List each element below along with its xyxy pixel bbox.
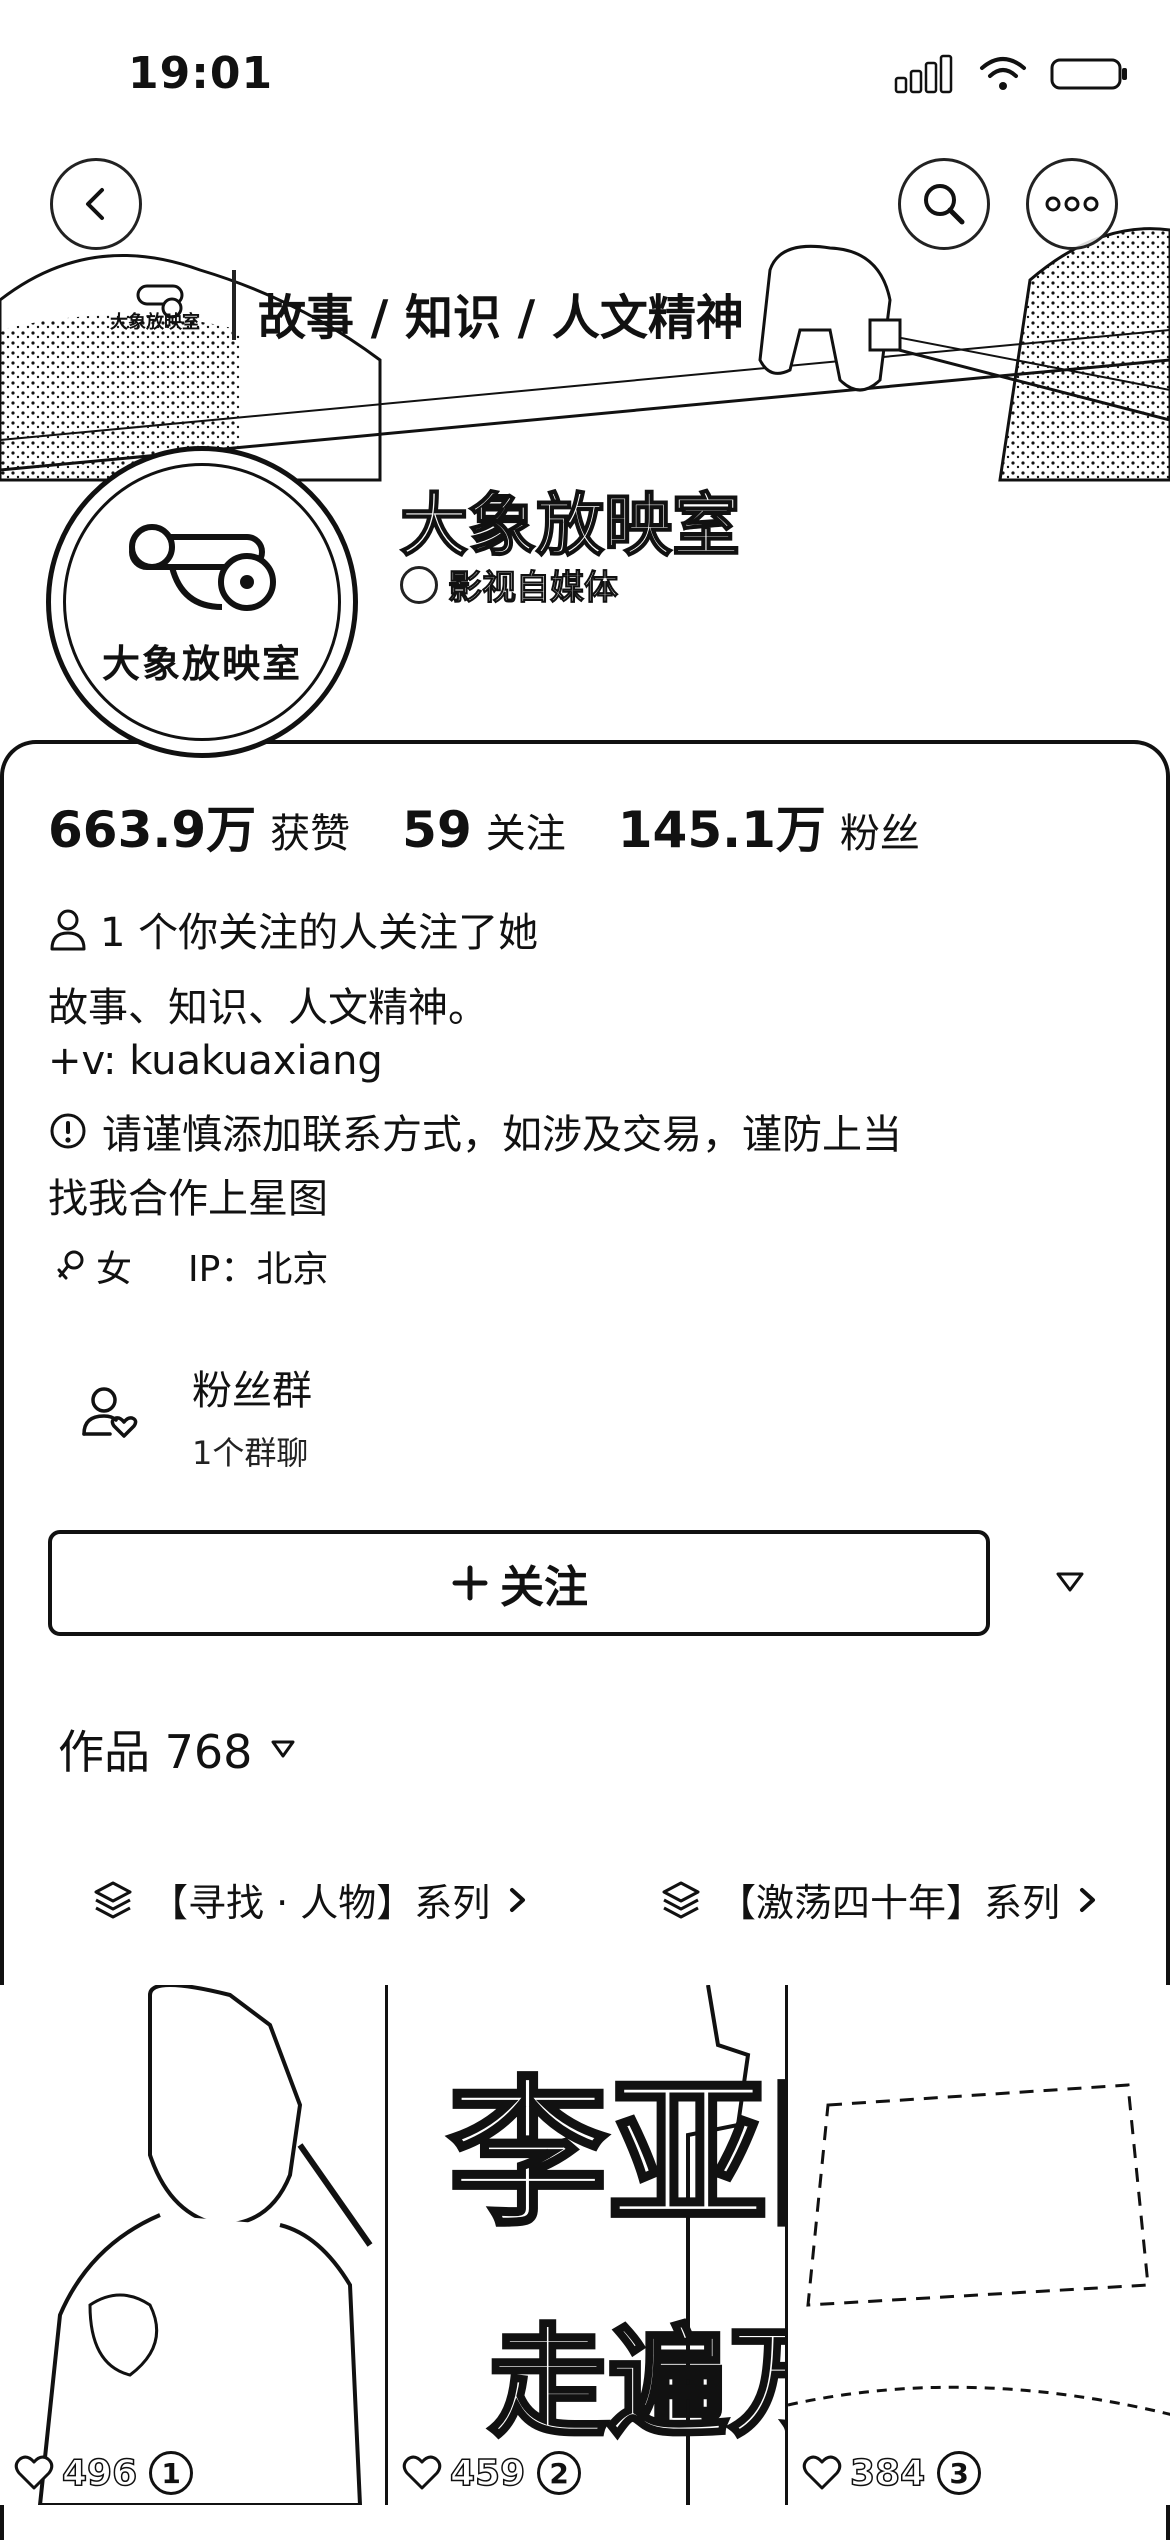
search-button[interactable] xyxy=(898,158,990,250)
video-likes-2: 459 2 xyxy=(402,2451,582,2495)
video-title-bottom: 走遍万疆 xyxy=(486,2310,785,2455)
female-icon xyxy=(57,1250,84,1280)
follow-button-label: 关注 xyxy=(500,1562,588,1613)
profile-meta: 女 IP：北京 xyxy=(56,1240,328,1292)
signal-icon xyxy=(894,54,953,94)
video-rank-3: 3 xyxy=(937,2451,982,2495)
following-count[interactable]: 59 xyxy=(402,801,472,859)
mutual-follow-hint[interactable]: 1 个你关注的人关注了她 xyxy=(48,900,538,958)
plus-icon xyxy=(452,1565,488,1601)
banner-divider xyxy=(232,270,236,340)
thumbnail-image-1 xyxy=(37,1985,373,2505)
status-icons xyxy=(894,52,1130,96)
series-label-2: 【激荡四十年】系列 xyxy=(718,1881,1061,1925)
video-rank-1: 1 xyxy=(149,2451,194,2495)
video-thumbnail-3[interactable]: 384 3 xyxy=(785,1985,1170,2505)
works-tab[interactable]: 作品 768 xyxy=(58,1716,296,1782)
video-title-top: 李亚刚 xyxy=(446,2058,785,2250)
followers-label[interactable]: 粉丝 xyxy=(840,801,920,859)
video-thumbnail-2[interactable]: 李亚刚 走遍万疆 459 2 xyxy=(385,1985,785,2505)
fan-group-icon xyxy=(82,1387,138,1438)
works-tab-label: 作品 768 xyxy=(58,1725,253,1779)
video-thumbnail-1[interactable]: 496 1 xyxy=(0,1985,385,2505)
layers-icon xyxy=(662,1881,700,1918)
series-label-1: 【寻找 · 人物】系列 xyxy=(150,1881,491,1925)
chevron-right-icon xyxy=(1080,1887,1096,1912)
gender-text: 女 xyxy=(96,1249,133,1290)
profile-tag-text: 影视自媒体 xyxy=(448,568,619,609)
bio-line-2: +v: kuakuaxiang xyxy=(48,1038,383,1084)
bio-line-1: 故事、知识、人文精神。 xyxy=(48,985,488,1031)
mutual-follow-text: 1 个你关注的人关注了她 xyxy=(100,910,539,956)
chevron-right-icon xyxy=(510,1887,526,1912)
battery-icon xyxy=(1050,58,1127,90)
profile-name: 大象放映室 xyxy=(399,486,741,567)
search-icon xyxy=(924,184,965,225)
profile-tag: 影视自媒体 xyxy=(400,560,619,609)
more-button[interactable] xyxy=(1026,158,1118,250)
ip-location: IP：北京 xyxy=(188,1249,329,1290)
warning-icon xyxy=(50,1113,86,1149)
video-likes-count-1: 496 xyxy=(61,2452,138,2495)
follow-options-button[interactable] xyxy=(1050,1562,1090,1602)
video-likes-count-2: 459 xyxy=(449,2452,526,2495)
bio-warning-text: 请谨慎添加联系方式，如涉及交易，谨防上当 xyxy=(102,1112,902,1158)
heart-icon xyxy=(402,2455,442,2490)
video-likes-3: 384 3 xyxy=(802,2451,982,2495)
bio-line-4: 找我合作上星图 xyxy=(48,1176,328,1222)
banner-tagline: 故事 / 知识 / 人文精神 xyxy=(258,290,744,346)
layers-icon xyxy=(94,1881,132,1918)
works-caret-icon xyxy=(271,1740,295,1758)
series-chip-2[interactable]: 【激荡四十年】系列 xyxy=(660,1872,1100,1927)
following-label[interactable]: 关注 xyxy=(486,801,566,859)
person-icon xyxy=(50,909,86,951)
video-likes-count-3: 384 xyxy=(849,2452,926,2495)
followers-count[interactable]: 145.1万 xyxy=(618,790,826,862)
likes-count[interactable]: 663.9万 xyxy=(48,790,256,862)
video-rank-2: 2 xyxy=(537,2451,582,2495)
heart-icon xyxy=(802,2455,842,2490)
heart-icon xyxy=(14,2455,54,2490)
fan-group-title[interactable]: 粉丝群 xyxy=(192,1358,312,1416)
banner-logo-text: 大象放映室 xyxy=(110,312,200,333)
series-chip-1[interactable]: 【寻找 · 人物】系列 xyxy=(92,1872,530,1927)
likes-label[interactable]: 获赞 xyxy=(270,801,350,859)
avatar[interactable]: 大象放映室 xyxy=(46,446,358,758)
avatar-text: 大象放映室 xyxy=(101,640,302,686)
back-button[interactable] xyxy=(50,158,142,250)
fan-group-subtitle[interactable]: 1个群聊 xyxy=(192,1428,308,1474)
projector-icon xyxy=(129,523,276,611)
avatar-logo: 大象放映室 xyxy=(63,463,341,741)
back-icon xyxy=(86,188,104,220)
thumbnail-image-3 xyxy=(788,2083,1170,2416)
follow-button[interactable]: 关注 xyxy=(48,1530,990,1636)
bio-warning: 请谨慎添加联系方式，如涉及交易，谨防上当 xyxy=(48,1102,902,1160)
caret-down-icon xyxy=(1056,1572,1084,1592)
more-icon xyxy=(1045,196,1099,212)
video-likes-1: 496 1 xyxy=(14,2451,194,2495)
status-time: 19:01 xyxy=(128,48,274,99)
wifi-icon xyxy=(980,57,1026,90)
verified-icon xyxy=(400,565,438,604)
profile-stats: 663.9万 获赞 59 关注 145.1万 粉丝 xyxy=(48,790,972,862)
